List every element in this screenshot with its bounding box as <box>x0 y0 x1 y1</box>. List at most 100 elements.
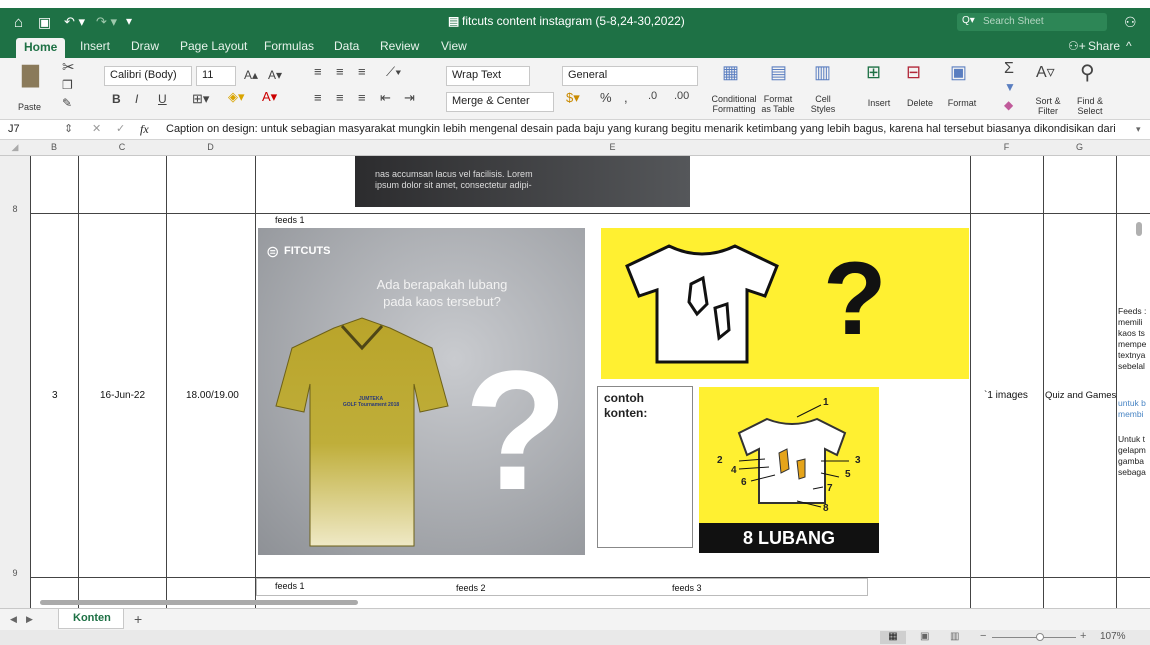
zoom-level[interactable]: 107% <box>1100 631 1126 642</box>
expand-formula-icon[interactable]: ▾ <box>1136 124 1141 135</box>
page-break-view-icon[interactable]: ▥ <box>950 631 959 642</box>
row-header-8[interactable]: 8 <box>0 204 30 214</box>
cell-styles-icon[interactable]: ▥ <box>814 62 831 83</box>
share-button[interactable]: Share <box>1088 39 1120 53</box>
decrease-indent-icon[interactable]: ⇤ <box>380 90 391 106</box>
col-header-b[interactable]: B <box>30 142 78 152</box>
currency-icon[interactable]: $▾ <box>566 90 580 106</box>
conditional-formatting-icon[interactable]: ▦ <box>722 62 739 83</box>
redo-icon[interactable]: ↷ ▾ <box>96 14 117 30</box>
font-size-select[interactable]: 11 <box>196 66 236 86</box>
page-layout-view-icon[interactable]: ▣ <box>920 631 929 642</box>
col-header-c[interactable]: C <box>78 142 166 152</box>
cell-styles-button[interactable]: Cell Styles <box>808 94 838 114</box>
insert-button[interactable]: Insert <box>862 98 896 108</box>
bold-button[interactable]: B <box>112 92 121 106</box>
cell-ref-stepper-icon[interactable]: ⇕ <box>64 122 73 135</box>
copy-icon[interactable]: ❐ <box>62 78 73 92</box>
person-icon[interactable]: ⚇ <box>1124 14 1137 31</box>
comma-icon[interactable]: , <box>624 90 628 105</box>
cell-date[interactable]: 16-Jun-22 <box>100 390 145 401</box>
delete-cells-icon[interactable]: ⊟ <box>906 62 921 83</box>
clear-icon[interactable]: ◆ <box>1004 98 1013 112</box>
align-left-icon[interactable]: ≡ <box>314 90 322 105</box>
align-center-icon[interactable]: ≡ <box>336 90 344 105</box>
align-top-icon[interactable]: ≡ <box>314 64 322 79</box>
zoom-slider-thumb[interactable] <box>1036 633 1044 641</box>
save-icon[interactable]: ▣ <box>38 14 51 31</box>
cell-description-1[interactable]: Feeds : memili kaos ts mempe textnya seb… <box>1118 306 1150 372</box>
select-all-corner[interactable]: ◢ <box>0 142 30 153</box>
find-icon[interactable]: ⚲ <box>1080 60 1095 85</box>
fill-icon[interactable]: ▼ <box>1004 80 1016 94</box>
conditional-formatting-button[interactable]: Conditional Formatting <box>706 94 762 114</box>
align-middle-icon[interactable]: ≡ <box>336 64 344 79</box>
prev-sheet-icon[interactable]: ◀ <box>10 614 17 625</box>
zoom-slider[interactable] <box>992 637 1076 638</box>
cell-time[interactable]: 18.00/19.00 <box>186 390 239 401</box>
search-box[interactable]: Q▾ Search Sheet <box>957 13 1107 31</box>
function-icon[interactable]: fx <box>140 122 149 137</box>
sheet-grid[interactable]: 8 9 nas accumsan lacus vel facilisis. Lo… <box>0 156 1150 608</box>
format-button[interactable]: Format <box>944 98 980 108</box>
next-sheet-icon[interactable]: ▶ <box>26 614 33 625</box>
col-header-d[interactable]: D <box>166 142 255 152</box>
underline-button[interactable]: U <box>158 92 167 106</box>
increase-decimal-icon[interactable]: .0 <box>648 90 657 102</box>
find-select-button[interactable]: Find & Select <box>1072 96 1108 116</box>
col-header-e[interactable]: E <box>255 142 970 152</box>
sheet-tab-konten[interactable]: Konten <box>58 609 124 629</box>
tab-page-layout[interactable]: Page Layout <box>180 39 247 53</box>
number-format-select[interactable]: General <box>562 66 698 86</box>
decrease-font-icon[interactable]: A▾ <box>268 68 282 82</box>
font-color-icon[interactable]: A▾ <box>262 89 277 105</box>
paste-icon[interactable]: ▇ <box>22 62 39 88</box>
increase-indent-icon[interactable]: ⇥ <box>404 90 415 106</box>
confirm-icon[interactable]: ✓ <box>116 122 125 135</box>
autosum-icon[interactable]: Σ <box>1004 60 1014 78</box>
sort-filter-button[interactable]: Sort & Filter <box>1030 96 1066 116</box>
cell-category[interactable]: Quiz and Games <box>1045 390 1116 401</box>
orientation-icon[interactable]: ⟋▾ <box>386 64 401 80</box>
decrease-decimal-icon[interactable]: .00 <box>674 90 689 102</box>
row-header-9[interactable]: 9 <box>0 568 30 578</box>
fill-color-icon[interactable]: ◈▾ <box>228 89 245 105</box>
cell-scrollbar[interactable] <box>1136 222 1142 236</box>
tab-formulas[interactable]: Formulas <box>264 39 314 53</box>
add-sheet-button[interactable]: + <box>134 611 142 627</box>
tab-home[interactable]: Home <box>16 38 66 58</box>
cell-description-link[interactable]: untuk b membi <box>1118 398 1150 422</box>
zoom-out-button[interactable]: − <box>980 630 986 642</box>
tab-data[interactable]: Data <box>334 39 359 53</box>
increase-font-icon[interactable]: A▴ <box>244 68 258 82</box>
cell-ref-box[interactable]: J7 <box>8 123 20 135</box>
align-right-icon[interactable]: ≡ <box>358 90 366 105</box>
cell-number[interactable]: 3 <box>52 390 58 401</box>
formula-input[interactable]: Caption on design: untuk sebagian masyar… <box>166 123 1126 135</box>
format-as-table-icon[interactable]: ▤ <box>770 62 787 83</box>
delete-button[interactable]: Delete <box>902 98 938 108</box>
italic-button[interactable]: I <box>135 92 138 106</box>
zoom-in-button[interactable]: + <box>1080 630 1086 642</box>
borders-icon[interactable]: ⊞▾ <box>192 91 209 107</box>
merge-center-button[interactable]: Merge & Center <box>446 92 554 112</box>
col-header-g[interactable]: G <box>1043 142 1116 152</box>
format-as-table-button[interactable]: Format as Table <box>758 94 798 114</box>
font-name-select[interactable]: Calibri (Body) <box>104 66 192 86</box>
format-painter-icon[interactable]: ✎ <box>62 96 72 110</box>
cell-images[interactable]: `1 images <box>984 390 1028 401</box>
cancel-icon[interactable]: ✕ <box>92 122 101 135</box>
cell-description-2[interactable]: Untuk t gelapm gamba sebaga <box>1118 434 1150 480</box>
collapse-ribbon-icon[interactable]: ^ <box>1126 39 1132 53</box>
percent-icon[interactable]: % <box>600 90 612 105</box>
insert-cells-icon[interactable]: ⊞ <box>866 62 881 83</box>
cut-icon[interactable]: ✂ <box>62 58 75 76</box>
format-cells-icon[interactable]: ▣ <box>950 62 967 83</box>
share-icon[interactable]: ⚇+ <box>1068 39 1086 53</box>
normal-view-icon[interactable]: ▦ <box>880 631 906 644</box>
horizontal-scrollbar[interactable] <box>40 600 358 605</box>
home-icon[interactable]: ⌂ <box>14 14 23 31</box>
align-bottom-icon[interactable]: ≡ <box>358 64 366 79</box>
undo-icon[interactable]: ↶ ▾ <box>64 14 85 30</box>
tab-insert[interactable]: Insert <box>80 39 110 53</box>
